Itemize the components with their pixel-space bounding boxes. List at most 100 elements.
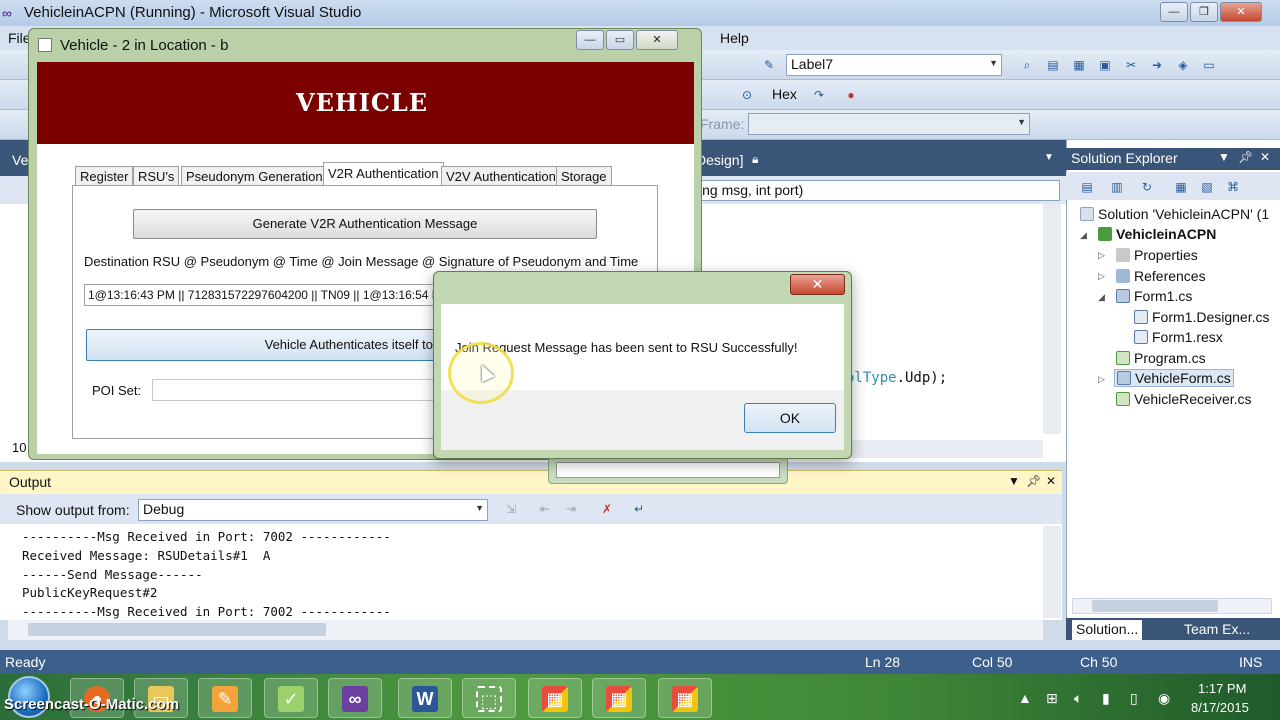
expander-icon[interactable]: ◢ — [1098, 292, 1105, 303]
toolbox-icon[interactable]: ▣ — [1096, 56, 1114, 74]
chevron-down-icon[interactable]: ▼ — [1044, 152, 1054, 163]
window-icon[interactable]: ▦ — [1070, 56, 1088, 74]
taskbar-notepad[interactable]: ✓ — [264, 678, 318, 718]
speaker-icon[interactable]: 🔈︎ — [1074, 690, 1082, 707]
extension-icon[interactable]: ◈ — [1174, 56, 1192, 74]
taskbar-paint[interactable]: ✎ — [198, 678, 252, 718]
globe-icon[interactable]: ◉ — [1158, 690, 1170, 707]
tree-item-project[interactable]: VehicleinACPN — [1098, 226, 1216, 242]
tree-item-references[interactable]: References — [1116, 268, 1206, 284]
ok-button[interactable]: OK — [744, 403, 836, 433]
close-icon[interactable]: ✕ — [790, 274, 845, 295]
next-icon[interactable]: ⇥ — [562, 500, 580, 518]
tree-item-solution[interactable]: Solution 'VehicleinACPN' (1 — [1080, 206, 1269, 222]
minimize-icon[interactable]: — — [1160, 2, 1188, 22]
editor-left-tab[interactable]: Ve — [12, 152, 28, 168]
taskbar-app-3[interactable]: ▦ — [658, 678, 712, 718]
tree-item-vehicleform[interactable]: VehicleForm.cs — [1114, 369, 1234, 387]
show-hidden-icons[interactable]: ▲ — [1018, 690, 1032, 706]
tab-solution-explorer[interactable]: Solution... — [1072, 620, 1143, 640]
windows-flag-icon[interactable]: ⊞ — [1046, 690, 1058, 707]
taskbar-word[interactable]: W — [398, 678, 452, 718]
expander-icon[interactable]: ▷ — [1098, 374, 1105, 385]
search-icon[interactable]: ⊙ — [738, 86, 756, 104]
export-icon[interactable]: ➜ — [1148, 56, 1166, 74]
show-output-from-label: Show output from: — [16, 502, 130, 518]
pin-icon[interactable]: 📌︎ — [1238, 150, 1253, 164]
show-all-icon[interactable]: ▥ — [1108, 178, 1126, 196]
close-icon[interactable]: ✕ — [1260, 150, 1270, 164]
maximize-icon[interactable]: ▭ — [606, 30, 634, 50]
network-icon[interactable]: ▮ — [1102, 690, 1110, 707]
tab-v2v-authentication[interactable]: V2V Authentication — [441, 166, 561, 186]
refresh-icon[interactable]: ↻ — [1138, 178, 1156, 196]
designer-tab[interactable]: Design] — [696, 152, 743, 168]
layout-icon[interactable]: ▭ — [1200, 56, 1218, 74]
goto-icon[interactable]: ⇲ — [502, 500, 520, 518]
class-diagram-icon[interactable]: ⌘ — [1224, 178, 1242, 196]
taskbar-visual-studio[interactable]: ∞ — [328, 678, 382, 718]
taskbar-app-2[interactable]: ▦ — [592, 678, 646, 718]
folder-icon[interactable]: ▤ — [1078, 178, 1096, 196]
tree-item-properties[interactable]: Properties — [1116, 247, 1198, 263]
message-format-label: Destination RSU @ Pseudonym @ Time @ Joi… — [84, 254, 639, 269]
close-icon[interactable]: ✕ — [636, 30, 678, 50]
find-icon[interactable]: ⌕ — [1018, 56, 1036, 74]
output-source-combo[interactable]: Debug ▼ — [138, 499, 488, 521]
previous-icon[interactable]: ⇤ — [536, 500, 554, 518]
tree-item-program[interactable]: Program.cs — [1116, 350, 1206, 366]
power-icon[interactable]: ▯ — [1130, 690, 1138, 707]
zoom-level[interactable]: 10 — [12, 440, 26, 455]
output-vertical-scrollbar[interactable] — [1043, 526, 1061, 618]
tree-item-form1-resx[interactable]: Form1.resx — [1134, 329, 1223, 345]
poi-set-input[interactable] — [152, 379, 442, 401]
solution-icon[interactable]: ▤ — [1044, 56, 1062, 74]
menu-help[interactable]: Help — [720, 30, 749, 46]
tab-storage[interactable]: Storage — [556, 166, 612, 186]
tab-team-explorer[interactable]: Team Ex... — [1180, 620, 1254, 640]
output-line: ----------Msg Received in Port: 7002 ---… — [22, 529, 391, 544]
tree-item-form1[interactable]: Form1.cs — [1116, 288, 1192, 304]
chevron-down-icon[interactable]: ▼ — [1218, 150, 1230, 164]
breakpoint-icon[interactable]: ● — [842, 86, 860, 104]
pin-icon[interactable]: 📌︎ — [1026, 474, 1041, 488]
tab-v2r-authentication[interactable]: V2R Authentication — [323, 162, 444, 186]
minimize-icon[interactable]: — — [576, 30, 604, 50]
expander-icon[interactable]: ▷ — [1098, 250, 1105, 261]
tree-item-vehiclereceiver[interactable]: VehicleReceiver.cs — [1116, 391, 1252, 407]
taskbar-app-1[interactable]: ▦ — [528, 678, 582, 718]
restore-icon[interactable]: ❐ — [1190, 2, 1218, 22]
word-wrap-icon[interactable]: ↵ — [630, 500, 648, 518]
expander-icon[interactable]: ▷ — [1098, 271, 1105, 282]
tab-pseudonym-generation[interactable]: Pseudonym Generation — [181, 166, 328, 186]
close-icon[interactable]: ✕ — [1220, 2, 1262, 22]
scrollbar-thumb[interactable] — [28, 623, 326, 636]
clear-all-icon[interactable]: ✗ — [598, 500, 616, 518]
clock-date[interactable]: 8/17/2015 — [1191, 700, 1249, 715]
editor-vertical-scrollbar[interactable] — [1043, 204, 1061, 434]
tree-item-label: VehicleReceiver.cs — [1134, 391, 1252, 407]
scrollbar-thumb[interactable] — [1092, 600, 1218, 612]
generate-v2r-message-button[interactable]: Generate V2R Authentication Message — [133, 209, 597, 239]
vehicle-authenticates-button[interactable]: Vehicle Authenticates itself to — [86, 329, 446, 361]
tree-item-form1-designer[interactable]: Form1.Designer.cs — [1134, 309, 1269, 325]
taskbar-snipping[interactable]: ⬚ — [462, 678, 516, 718]
clock-time[interactable]: 1:17 PM — [1198, 681, 1246, 696]
step-icon[interactable]: ↷ — [810, 86, 828, 104]
designer-view-icon[interactable]: ▧ — [1198, 178, 1216, 196]
chevron-down-icon[interactable]: ▼ — [1008, 474, 1020, 488]
tab-register[interactable]: Register — [75, 166, 134, 186]
label-combo[interactable]: Label7 ▼ — [786, 54, 1002, 76]
tab-rsus[interactable]: RSU's — [133, 166, 180, 186]
expander-icon[interactable]: ◢ — [1080, 230, 1087, 241]
close-icon[interactable]: ✕ — [1046, 474, 1056, 488]
hex-button[interactable]: Hex — [772, 86, 797, 102]
tools-icon[interactable]: ✂ — [1122, 56, 1140, 74]
code-view-icon[interactable]: ▦ — [1172, 178, 1190, 196]
properties-icon[interactable]: ✎ — [760, 56, 778, 74]
member-combo[interactable]: ing msg, int port) — [694, 180, 1060, 201]
status-char: Ch 50 — [1080, 654, 1118, 670]
output-line: PublicKeyRequest#2 — [22, 585, 158, 600]
frame-combo[interactable]: ▼ — [748, 113, 1030, 135]
auth-message-field[interactable]: 1@13:16:43 PM || 712831572297604200 || T… — [84, 284, 444, 306]
